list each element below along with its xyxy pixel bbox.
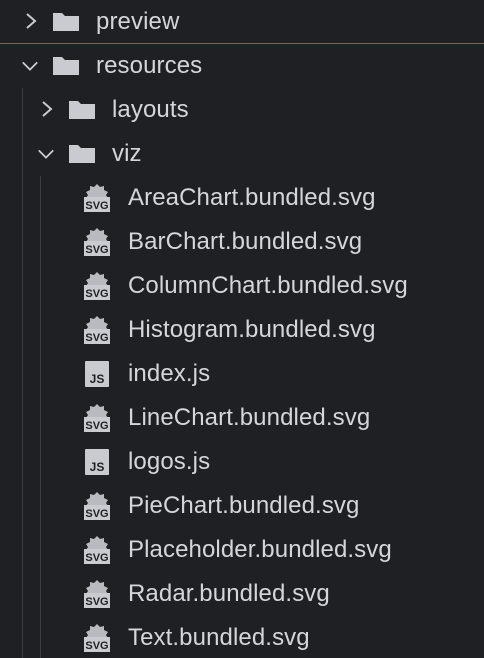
folder-row-preview[interactable]: preview <box>0 0 484 44</box>
svg-file-icon: SVG <box>84 580 110 608</box>
file-label: AreaChart.bundled.svg <box>128 184 376 211</box>
svg-file-icon: SVG <box>84 316 110 344</box>
svg-text:JS: JS <box>90 460 105 474</box>
svg-text:JS: JS <box>90 372 105 386</box>
file-row[interactable]: SVG Histogram.bundled.svg <box>0 308 484 352</box>
svg-file-icon: SVG <box>84 492 110 520</box>
folder-row-layouts[interactable]: layouts <box>0 88 484 132</box>
file-row[interactable]: SVG LineChart.bundled.svg <box>0 396 484 440</box>
folder-label-resources: resources <box>96 52 203 79</box>
chevron-right-icon[interactable] <box>38 100 56 118</box>
folder-icon <box>53 57 79 75</box>
svg-file-icon: SVG <box>84 404 110 432</box>
folder-row-viz[interactable]: viz <box>0 132 484 176</box>
file-label: Placeholder.bundled.svg <box>128 536 392 563</box>
file-label: PieChart.bundled.svg <box>128 492 360 519</box>
file-row[interactable]: SVG PieChart.bundled.svg <box>0 484 484 528</box>
svg-text:SVG: SVG <box>85 244 108 256</box>
file-row[interactable]: SVG AreaChart.bundled.svg <box>0 176 484 220</box>
file-label: logos.js <box>128 448 211 475</box>
file-row[interactable]: SVG Text.bundled.svg <box>0 616 484 658</box>
file-row[interactable]: JS index.js <box>0 352 484 396</box>
svg-file-icon: SVG <box>84 624 110 652</box>
folder-row-resources[interactable]: resources <box>0 44 484 88</box>
file-explorer-tree: preview resources layouts viz SVG AreaCha… <box>0 0 484 658</box>
folder-label-preview: preview <box>96 8 180 35</box>
svg-text:SVG: SVG <box>85 200 108 212</box>
svg-text:SVG: SVG <box>85 596 108 608</box>
js-file-icon: JS <box>85 361 109 387</box>
file-label: LineChart.bundled.svg <box>128 404 371 431</box>
svg-text:SVG: SVG <box>85 552 108 564</box>
file-label: BarChart.bundled.svg <box>128 228 363 255</box>
folder-label-viz: viz <box>112 140 142 167</box>
chevron-down-icon[interactable] <box>37 145 55 163</box>
svg-file-icon: SVG <box>84 184 110 212</box>
file-label: Radar.bundled.svg <box>128 580 330 607</box>
svg-text:SVG: SVG <box>85 288 108 300</box>
js-file-icon: JS <box>85 449 109 475</box>
file-row[interactable]: SVG Placeholder.bundled.svg <box>0 528 484 572</box>
file-row[interactable]: SVG Radar.bundled.svg <box>0 572 484 616</box>
folder-icon <box>53 13 79 31</box>
file-label: Histogram.bundled.svg <box>128 316 376 343</box>
svg-text:SVG: SVG <box>85 332 108 344</box>
file-label: Text.bundled.svg <box>128 624 310 651</box>
file-label: ColumnChart.bundled.svg <box>128 272 408 299</box>
file-row[interactable]: SVG BarChart.bundled.svg <box>0 220 484 264</box>
file-label: index.js <box>128 360 211 387</box>
file-row[interactable]: SVG ColumnChart.bundled.svg <box>0 264 484 308</box>
svg-file-icon: SVG <box>84 536 110 564</box>
file-row[interactable]: JS logos.js <box>0 440 484 484</box>
chevron-right-icon[interactable] <box>22 12 40 30</box>
svg-file-icon: SVG <box>84 228 110 256</box>
chevron-down-icon[interactable] <box>21 57 39 75</box>
svg-text:SVG: SVG <box>85 508 108 520</box>
folder-icon <box>69 145 95 163</box>
svg-text:SVG: SVG <box>85 420 108 432</box>
svg-text:SVG: SVG <box>85 640 108 652</box>
folder-icon <box>69 101 95 119</box>
svg-file-icon: SVG <box>84 272 110 300</box>
folder-label-layouts: layouts <box>112 96 189 123</box>
